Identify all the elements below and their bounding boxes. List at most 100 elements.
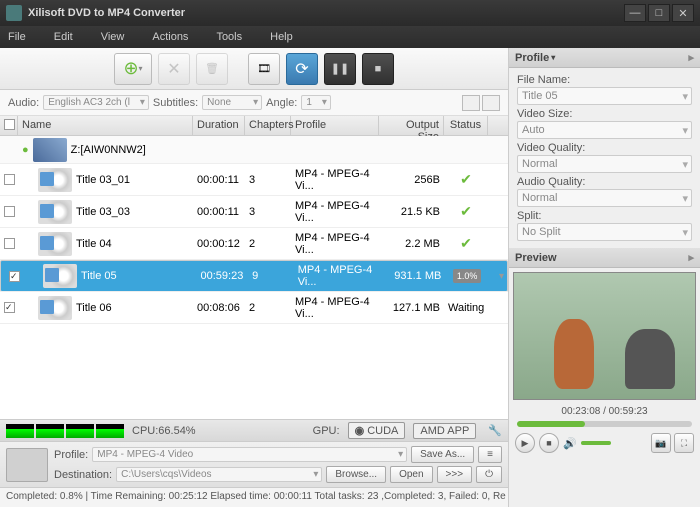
col-name[interactable]: Name <box>18 116 193 135</box>
row-checkbox[interactable] <box>4 206 15 217</box>
minimize-button[interactable]: — <box>624 4 646 22</box>
split-field[interactable]: No Split <box>517 223 692 241</box>
vq-field[interactable]: Normal <box>517 155 692 173</box>
volume-slider[interactable] <box>581 441 611 445</box>
col-profile[interactable]: Profile <box>291 116 379 135</box>
menu-edit[interactable]: Edit <box>54 31 73 43</box>
expand-icon[interactable]: ● <box>22 144 29 156</box>
cell-chapters: 2 <box>245 302 291 314</box>
check-icon: ✔ <box>460 235 472 251</box>
menu-file[interactable]: File <box>8 31 26 43</box>
preview-panel-header[interactable]: Preview▸ <box>509 248 700 268</box>
amd-chip[interactable]: AMD APP <box>413 423 476 439</box>
col-status[interactable]: Status <box>444 116 488 135</box>
aq-field[interactable]: Normal <box>517 189 692 207</box>
row-checkbox[interactable] <box>4 174 15 185</box>
filename-field[interactable]: Title 05 <box>517 87 692 105</box>
cell-size: 256B <box>379 174 444 186</box>
add-disc-button[interactable]: ⊕▾ <box>114 53 152 85</box>
angle-select[interactable]: 1 <box>301 95 331 110</box>
cpu-label: CPU:66.54% <box>132 425 196 437</box>
saveas-button[interactable]: Save As... <box>411 446 474 463</box>
preview-collapse-icon[interactable]: ▸ <box>688 251 694 264</box>
vsize-field[interactable]: Auto <box>517 121 692 139</box>
profile-select[interactable]: MP4 - MPEG-4 Video <box>92 447 407 462</box>
dest-label: Destination: <box>54 469 112 481</box>
preview-panel: 00:23:08 / 00:59:23 ▶ ■ 🔊 📷 ⛶ <box>509 268 700 507</box>
row-checkbox[interactable] <box>4 302 15 313</box>
clear-button[interactable]: 🗑 <box>196 53 228 85</box>
table-row[interactable]: Title 03_0100:00:113MP4 - MPEG-4 Vi...25… <box>0 164 508 196</box>
start-button[interactable]: >>> <box>437 466 473 483</box>
preview-time: 00:23:08 / 00:59:23 <box>511 406 698 417</box>
row-checkbox[interactable] <box>9 271 20 282</box>
profile-panel: File Name: Title 05 Video Size: Auto Vid… <box>509 68 700 248</box>
open-button[interactable]: Open <box>390 466 432 483</box>
table-header: Name Duration Chapters Profile Output Si… <box>0 116 508 136</box>
dest-field[interactable]: C:\Users\cqs\Videos <box>116 467 322 482</box>
col-chapters[interactable]: Chapters <box>245 116 291 135</box>
subtitles-label: Subtitles: <box>153 97 198 109</box>
cell-duration: 00:00:11 <box>193 174 245 186</box>
stop-preview-button[interactable]: ■ <box>539 433 559 453</box>
table-row[interactable]: Title 0400:00:122MP4 - MPEG-4 Vi...2.2 M… <box>0 228 508 260</box>
dvd-icon <box>33 138 67 162</box>
view-grid-button[interactable] <box>482 95 500 111</box>
menu-bar: File Edit View Actions Tools Help <box>0 26 700 48</box>
pause-button[interactable]: ❚❚ <box>324 53 356 85</box>
table-row[interactable]: Title 0500:59:239MP4 - MPEG-4 Vi...931.1… <box>0 260 508 292</box>
volume-icon[interactable]: 🔊 <box>563 437 577 450</box>
col-duration[interactable]: Duration <box>193 116 245 135</box>
menu-help[interactable]: Help <box>270 31 293 43</box>
play-button[interactable]: ▶ <box>515 433 535 453</box>
cell-status: ✔ <box>444 235 488 252</box>
view-toggle <box>462 95 500 111</box>
cell-status: 1.0% <box>445 270 489 282</box>
cell-size: 127.1 MB <box>379 302 444 314</box>
cell-chapters: 3 <box>245 174 291 186</box>
close-button[interactable]: ✕ <box>672 4 694 22</box>
title-name: Title 03_03 <box>76 206 130 218</box>
row-checkbox[interactable] <box>4 238 15 249</box>
film-icon: 🎞 <box>257 62 271 75</box>
audio-label: Audio: <box>8 97 39 109</box>
panel-collapse-icon[interactable]: ▸ <box>688 51 694 64</box>
browse-button[interactable]: Browse... <box>326 466 386 483</box>
check-all[interactable] <box>4 119 15 130</box>
vq-label: Video Quality: <box>517 142 692 154</box>
cell-duration: 00:00:11 <box>193 206 245 218</box>
preview-controls: ▶ ■ 🔊 📷 ⛶ <box>509 429 700 457</box>
table-row[interactable]: Title 0600:08:062MP4 - MPEG-4 Vi...127.1… <box>0 292 508 324</box>
gpu-label: GPU: <box>313 425 340 437</box>
clip-button[interactable]: 🎞 <box>248 53 280 85</box>
disc-name: Z:[AIW0NNW2] <box>71 144 146 156</box>
delete-button[interactable]: ✕ <box>158 53 190 85</box>
profile-panel-header[interactable]: Profile▾▸ <box>509 48 700 68</box>
audio-select[interactable]: English AC3 2ch (l <box>43 95 149 110</box>
preview-video[interactable] <box>513 272 696 400</box>
view-list-button[interactable] <box>462 95 480 111</box>
wrench-icon[interactable]: 🔧 <box>488 424 502 437</box>
menu-view[interactable]: View <box>101 31 125 43</box>
pause-icon: ❚❚ <box>331 62 349 75</box>
subtitles-select[interactable]: None <box>202 95 262 110</box>
trash-icon: 🗑 <box>205 62 219 75</box>
fullscreen-button[interactable]: ⛶ <box>674 433 694 453</box>
menu-tools[interactable]: Tools <box>216 31 242 43</box>
disc-row[interactable]: ● Z:[AIW0NNW2] <box>0 136 508 164</box>
table-row[interactable]: Title 03_0300:00:113MP4 - MPEG-4 Vi...21… <box>0 196 508 228</box>
cuda-chip[interactable]: ◉ CUDA <box>348 422 406 439</box>
title-icon <box>38 200 72 224</box>
snapshot-button[interactable]: 📷 <box>651 433 671 453</box>
preview-slider[interactable] <box>517 421 692 427</box>
col-size[interactable]: Output Size <box>379 116 444 135</box>
profile-menu-button[interactable]: ≡ <box>478 446 502 463</box>
title-icon <box>38 296 72 320</box>
menu-actions[interactable]: Actions <box>152 31 188 43</box>
check-icon: ✔ <box>460 171 472 187</box>
progress-badge: 1.0% <box>453 269 482 283</box>
maximize-button[interactable]: □ <box>648 4 670 22</box>
convert-button[interactable]: ⟳ <box>286 53 318 85</box>
stop-button[interactable]: ■ <box>362 53 394 85</box>
power-button[interactable]: ⏻ <box>476 466 502 483</box>
